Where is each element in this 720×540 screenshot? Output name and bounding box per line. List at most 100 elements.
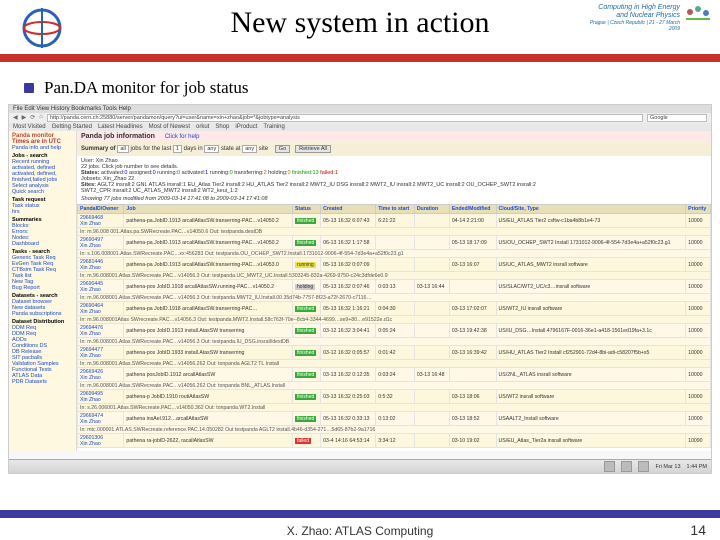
table-row[interactable]: 29699495Xin Zhaopathena-p JobID.1910 rou… xyxy=(78,390,711,404)
bookmark-item[interactable]: Getting Started xyxy=(52,124,92,130)
retrieve-all-button[interactable]: Retrieve All xyxy=(295,145,331,153)
table-cell: US/OU_OCHEP_SWT2 Install 1731012-9006-4f… xyxy=(496,236,686,250)
sum-mid: jobs for the last xyxy=(131,146,172,152)
table-header[interactable]: Created xyxy=(321,205,376,214)
table-cell: 29601306Xin Zhao xyxy=(78,434,124,448)
footer-author: X. Zhao: ATLAS Computing xyxy=(287,524,434,538)
sidebar-help-link[interactable]: Panda info and help xyxy=(12,145,73,151)
help-link[interactable]: Click for help xyxy=(165,134,200,140)
table-row[interactable]: 29601306Xin Zhaopathena ra-jobID-2622, r… xyxy=(78,434,711,448)
table-cell: US/EU_ATLAS Tier2 csftw-c1ba4b8b1e4-73 xyxy=(496,214,686,228)
table-cell xyxy=(414,324,449,338)
table-row[interactable]: 29669426Xin Zhaopathena posJobID.1912 ar… xyxy=(78,368,711,382)
search-box[interactable]: Google xyxy=(647,114,707,122)
url-bar[interactable]: http://panda.cern.ch:25880/server/pandam… xyxy=(47,114,643,122)
table-cell: 05-13 16:32 6:07:43 xyxy=(321,214,376,228)
table-cell: 03-12 16:32 3:04:41 xyxy=(321,324,376,338)
table-note: In: m.96.008001.Atlas.SWRecreate.PAC…v14… xyxy=(78,294,711,302)
table-cell: 05-13 16:32 0:07:09 xyxy=(321,258,376,272)
table-row[interactable]: 29669468Xin Zhaopathena-pa.JobID.1913 ar… xyxy=(78,214,711,228)
sidebar-link[interactable]: Quick search xyxy=(12,189,73,195)
jobtype-select[interactable]: all xyxy=(117,145,129,153)
table-cell: pathena insAel.912…arcallAtlasSW xyxy=(124,412,293,426)
table-cell: 10000 xyxy=(686,346,711,360)
sidebar-link[interactable]: Panda subscriptions xyxy=(12,311,73,317)
top-divider xyxy=(0,54,720,62)
table-header[interactable]: PandaID/Owner xyxy=(78,205,124,214)
table-cell: 05-13 16:32 1:16:21 xyxy=(321,302,376,316)
table-cell: 03-13 18:06 xyxy=(449,390,496,404)
taskbar-icon[interactable] xyxy=(638,461,649,472)
table-header[interactable]: Duration xyxy=(414,205,449,214)
table-cell: US/EU_Atlas_Tier2a insrall software xyxy=(496,434,686,448)
table-cell: 29694476Xin Zhao xyxy=(78,324,124,338)
table-header[interactable]: Time to start xyxy=(376,205,415,214)
table-row[interactable]: 29681446Xin Zhaopathena-pa JobID.1913 ar… xyxy=(78,258,711,272)
table-row[interactable]: 29690464Xin Zhaopathena-pa JobID.1918 ar… xyxy=(78,302,711,316)
bookmark-item[interactable]: Shop xyxy=(215,124,229,130)
table-cell: 10000 xyxy=(686,280,711,294)
table-row[interactable]: 29669474Xin Zhaopathena insAel.912…arcal… xyxy=(78,412,711,426)
table-header[interactable]: Ended/Modified xyxy=(449,205,496,214)
taskbar-date: Fri Mar 13 xyxy=(655,464,680,470)
table-cell: 29669474Xin Zhao xyxy=(78,412,124,426)
sidebar-link[interactable]: hrs xyxy=(12,209,73,215)
table-row[interactable]: 29694477Xin Zhaopathena-pos JobID.1933 i… xyxy=(78,346,711,360)
browser-toolbar: ◀ ▶ ⟳ ⌂ http://panda.cern.ch:25880/serve… xyxy=(9,113,711,123)
table-cell: US/WT2 insrall software xyxy=(496,390,686,404)
table-cell: 03-13 16:44 xyxy=(414,280,449,294)
home-icon[interactable]: ⌂ xyxy=(39,114,43,122)
info-sites2: SWT2_CPR insrall:2 UC_ATLAS_MWT2 insrall… xyxy=(81,188,707,194)
table-cell: 10000 xyxy=(686,214,711,228)
table-cell: running xyxy=(293,258,321,272)
table-cell: pathena posJobID.1912 arcallAtlasSW xyxy=(124,368,293,382)
table-cell: USAALT2_Install software xyxy=(496,412,686,426)
table-cell: 29690464Xin Zhao xyxy=(78,302,124,316)
table-header[interactable]: Priority xyxy=(686,205,711,214)
table-cell: 03-13 16:32 0:25:03 xyxy=(321,390,376,404)
taskbar-icon[interactable] xyxy=(621,461,632,472)
table-header[interactable]: Cloud/Site, Type xyxy=(496,205,686,214)
embedded-screenshot: File Edit View History Bookmarks Tools H… xyxy=(8,104,712,474)
table-cell: 0:13:02 xyxy=(376,412,415,426)
sidebar-link[interactable]: Bug Report xyxy=(12,285,73,291)
table-cell: 10000 xyxy=(686,258,711,272)
info-showing: Showing 77 jobs modified from 2009-03-14… xyxy=(81,196,707,202)
table-cell xyxy=(414,214,449,228)
browser-menubar: File Edit View History Bookmarks Tools H… xyxy=(9,105,711,113)
table-row[interactable]: 29690445Xin Zhaopathena-pos JobID.1918 a… xyxy=(78,280,711,294)
table-note: In: m.96.008001Atlas SWrecreate.PAC…v140… xyxy=(78,316,711,324)
bookmark-item[interactable]: Latest Headlines xyxy=(98,124,143,130)
site-select[interactable]: any xyxy=(242,145,257,153)
go-button[interactable]: Go xyxy=(275,145,290,153)
reload-icon[interactable]: ⟳ xyxy=(30,114,35,122)
days-select[interactable]: 1 xyxy=(173,145,182,153)
table-cell: 05-13 16:32 0:33:13 xyxy=(321,412,376,426)
table-row[interactable]: 29690497Xin Zhaopathena-pa.JobID.1913 ar… xyxy=(78,236,711,250)
table-cell: 29690445Xin Zhao xyxy=(78,280,124,294)
bookmark-item[interactable]: Most of Newest xyxy=(149,124,190,130)
sum-state: state at xyxy=(221,146,241,152)
jobs-table: PandaID/OwnerJobStatusCreatedTime to sta… xyxy=(77,204,711,448)
table-cell: 10000 xyxy=(686,236,711,250)
sum-site: site xyxy=(259,146,268,152)
taskbar-icon[interactable] xyxy=(604,461,615,472)
forward-icon[interactable]: ▶ xyxy=(22,114,27,122)
bookmark-item[interactable]: iProduct xyxy=(235,124,257,130)
table-header[interactable]: Status xyxy=(293,205,321,214)
sidebar-link[interactable]: Dashboard xyxy=(12,241,73,247)
table-cell: pathena-p JobID.1910 routiAtlasSW xyxy=(124,390,293,404)
back-icon[interactable]: ◀ xyxy=(13,114,18,122)
sidebar-link[interactable]: PDR Datasets xyxy=(12,379,73,385)
chep-logo: Computing in High Energy and Nuclear Phy… xyxy=(582,4,712,58)
table-row[interactable]: 29694476Xin Zhaopathena-pos JobID.1913 i… xyxy=(78,324,711,338)
bookmark-item[interactable]: orkut xyxy=(196,124,209,130)
bookmark-item[interactable]: Training xyxy=(263,124,284,130)
table-note: In: m.96.008001.Atlas.SWRecreate.PAC…v14… xyxy=(78,382,711,390)
table-header[interactable]: Job xyxy=(124,205,293,214)
table-cell: 29669468Xin Zhao xyxy=(78,214,124,228)
table-cell: finished xyxy=(293,368,321,382)
table-cell: 04-14 2:21:00 xyxy=(449,214,496,228)
bookmark-item[interactable]: Most Visited xyxy=(13,124,46,130)
any-select[interactable]: any xyxy=(204,145,219,153)
